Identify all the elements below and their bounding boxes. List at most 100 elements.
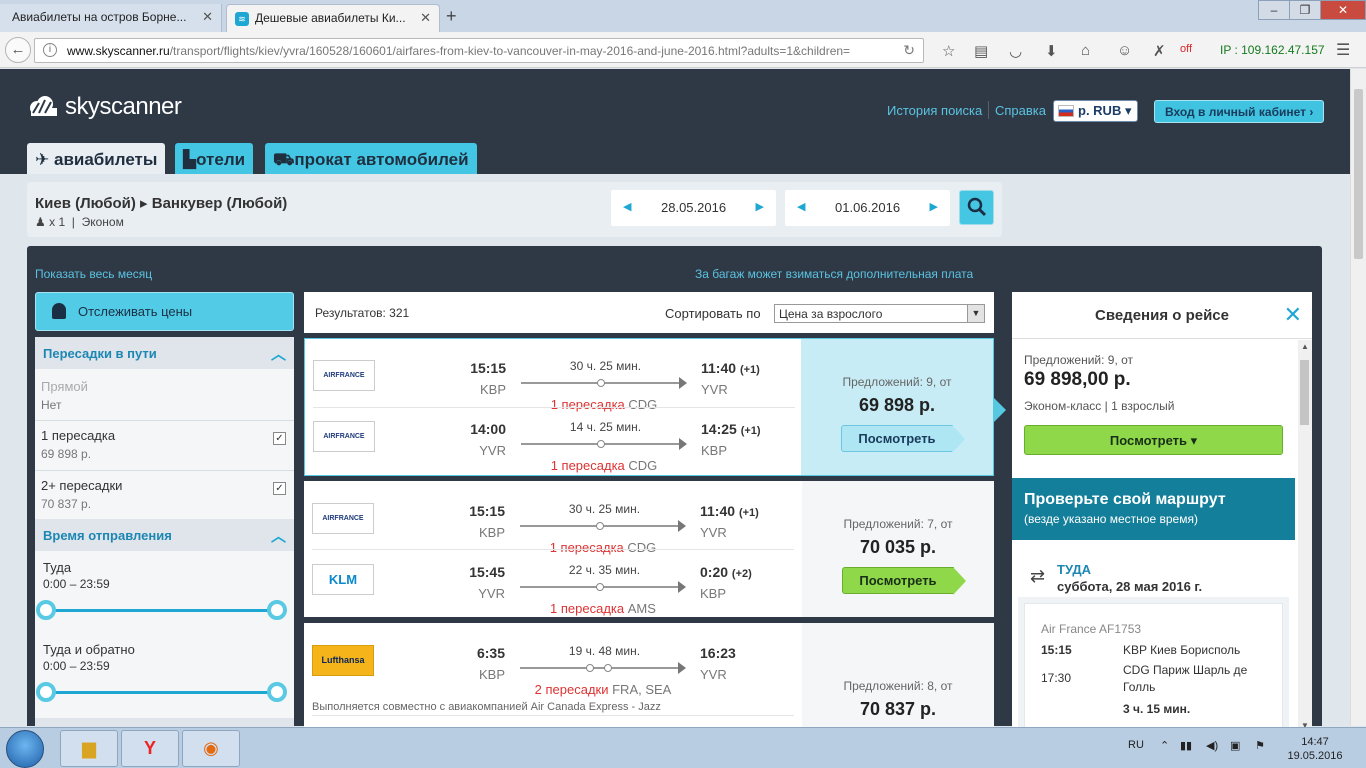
- prev-date-icon[interactable]: ◀: [797, 200, 805, 213]
- close-icon[interactable]: ✕: [1284, 302, 1302, 328]
- tray-chevron-icon[interactable]: ⌃: [1160, 739, 1169, 752]
- depart-date[interactable]: 28.05.2016: [661, 200, 726, 215]
- result-card[interactable]: AIRFRANCE 15:15 KBP 30 ч. 25 мин. 1 перес…: [304, 481, 994, 617]
- stops-filter-header[interactable]: Пересадки в пути ︿: [35, 337, 294, 369]
- scroll-thumb[interactable]: [1300, 360, 1309, 425]
- ip-label: IP : 109.162.47.157: [1220, 43, 1325, 57]
- filters-sidebar: Пересадки в пути ︿ Прямой Нет 1 пересадка 6…: [35, 337, 294, 727]
- chevron-up-icon[interactable]: ︿: [271, 343, 286, 364]
- skyscanner-cloud-icon: [30, 96, 57, 116]
- outbound-time-slider[interactable]: [36, 600, 287, 620]
- depart-date-picker[interactable]: ◀ 28.05.2016 ▶: [611, 190, 776, 226]
- network-icon[interactable]: ▮▮: [1180, 739, 1192, 752]
- details-view-button[interactable]: Посмотреть ▾: [1024, 425, 1283, 455]
- baggage-note-link[interactable]: За багаж может взиматься дополнительная …: [695, 267, 973, 281]
- russia-flag-icon: [1058, 105, 1074, 117]
- power-icon[interactable]: ▣: [1230, 739, 1240, 752]
- plane-icon: ✈: [35, 150, 50, 169]
- action-center-icon[interactable]: ⚑: [1255, 739, 1265, 752]
- return-date-picker[interactable]: ◀ 01.06.2016 ▶: [785, 190, 950, 226]
- language-indicator[interactable]: RU: [1128, 739, 1144, 751]
- slider-handle-start[interactable]: [36, 600, 56, 620]
- flight-details-panel: Сведения о рейсе ✕ ▲ ▼ Предложений: 9, от…: [1012, 292, 1312, 727]
- stop-dot: [596, 583, 604, 591]
- search-button[interactable]: [959, 190, 994, 225]
- checkbox-1-stop[interactable]: ✓: [273, 432, 286, 445]
- home-icon[interactable]: ⌂: [1081, 42, 1090, 59]
- chevron-up-icon[interactable]: ︿: [271, 525, 286, 546]
- browser-tab-2[interactable]: ≋ Дешевые авиабилеты Ки... ✕: [226, 4, 440, 32]
- price-column: Предложений: 9, от 69 898 р. Посмотреть: [801, 339, 993, 475]
- tab-flights[interactable]: ✈ авиабилеты: [27, 143, 166, 174]
- passenger-icon: ♟: [35, 215, 46, 229]
- firefox-icon[interactable]: ◉: [182, 730, 240, 767]
- info-icon[interactable]: i: [43, 43, 57, 57]
- volume-icon[interactable]: ◀): [1206, 739, 1218, 752]
- return-date[interactable]: 01.06.2016: [835, 200, 900, 215]
- reading-list-icon[interactable]: ▤: [974, 42, 988, 60]
- url-host: www.skyscanner.ru: [67, 44, 170, 58]
- help-link[interactable]: Справка: [995, 103, 1046, 118]
- next-date-icon[interactable]: ▶: [930, 200, 938, 213]
- explorer-icon[interactable]: ▆: [60, 730, 118, 767]
- pocket-icon[interactable]: ◡: [1009, 42, 1022, 60]
- reload-icon[interactable]: ↻: [903, 42, 915, 59]
- search-history-link[interactable]: История поиска: [887, 103, 982, 118]
- yandex-browser-icon[interactable]: Y: [121, 730, 179, 767]
- back-icon[interactable]: ←: [5, 37, 31, 63]
- sort-select[interactable]: Цена за взрослого ▼: [774, 304, 985, 323]
- filter-2plus-stops[interactable]: 2+ пересадки 70 837 р. ✓: [35, 478, 294, 511]
- return-time-slider[interactable]: [36, 682, 287, 702]
- tab-car-rental[interactable]: ⛟прокат автомобилей: [265, 143, 477, 174]
- selection-pointer: [994, 398, 1006, 422]
- dropdown-arrow-icon[interactable]: ▼: [967, 305, 984, 322]
- currency-selector[interactable]: р. RUB ▾: [1053, 100, 1139, 122]
- login-button[interactable]: Вход в личный кабинет ›: [1154, 100, 1325, 123]
- filter-1-stop[interactable]: 1 пересадка 69 898 р. ✓: [35, 428, 294, 461]
- show-month-link[interactable]: Показать весь месяц: [35, 267, 152, 281]
- prev-date-icon[interactable]: ◀: [623, 200, 631, 213]
- address-bar[interactable]: i www.skyscanner.ru/transport/flights/ki…: [34, 38, 924, 63]
- slider-handle-start[interactable]: [36, 682, 56, 702]
- close-window-icon[interactable]: ✕: [1320, 0, 1366, 20]
- slider-handle-end[interactable]: [267, 682, 287, 702]
- flight-leg: KLM 15:45 YVR 22 ч. 35 мин. 1 пересадка A…: [312, 546, 794, 616]
- filter-direct: Прямой Нет: [41, 379, 88, 412]
- track-prices-button[interactable]: Отслеживать цены: [35, 292, 294, 331]
- bookmark-star-icon[interactable]: ☆: [942, 42, 955, 60]
- browser-tab-1[interactable]: Авиабилеты на остров Борне... ✕: [0, 4, 222, 32]
- result-card[interactable]: Lufthansa 6:35 KBP 19 ч. 48 мин. 2 переса…: [304, 623, 994, 727]
- scroll-up-icon[interactable]: ▲: [1301, 342, 1309, 351]
- next-filter-header[interactable]: [35, 718, 294, 727]
- x-extension-icon[interactable]: ✗: [1153, 42, 1166, 60]
- maximize-icon[interactable]: ❐: [1289, 0, 1321, 20]
- close-tab-icon[interactable]: ✕: [202, 9, 213, 25]
- skyscanner-favicon-icon: ≋: [235, 12, 249, 26]
- page-scrollbar[interactable]: [1350, 69, 1366, 726]
- new-tab-icon[interactable]: +: [446, 6, 457, 27]
- menu-icon[interactable]: ☰: [1336, 40, 1350, 60]
- slider-handle-end[interactable]: [267, 600, 287, 620]
- clock[interactable]: 14:47 19.05.2016: [1284, 735, 1346, 763]
- start-button[interactable]: [6, 730, 44, 768]
- departure-time-header[interactable]: Время отправления ︿: [35, 519, 294, 551]
- download-icon[interactable]: ⬇: [1045, 42, 1058, 60]
- vpn-off-label[interactable]: off: [1180, 43, 1192, 55]
- stop-dot: [604, 664, 612, 672]
- route-line: [520, 520, 686, 532]
- view-button[interactable]: Посмотреть: [841, 425, 965, 453]
- checkbox-2plus-stops[interactable]: ✓: [273, 482, 286, 495]
- skyscanner-logo[interactable]: skyscanner: [27, 93, 182, 121]
- divider: [988, 101, 989, 119]
- route-title[interactable]: Киев (Любой) ▸ Ванкувер (Любой): [35, 194, 287, 212]
- scroll-thumb[interactable]: [1354, 89, 1363, 259]
- next-date-icon[interactable]: ▶: [756, 200, 764, 213]
- tab-hotels[interactable]: ▙отели: [175, 143, 254, 174]
- result-card[interactable]: AIRFRANCE 15:15 KBP 30 ч. 25 мин. 1 перес…: [304, 338, 994, 476]
- close-tab-icon[interactable]: ✕: [420, 10, 431, 26]
- details-scrollbar[interactable]: ▲ ▼: [1298, 340, 1312, 727]
- smiley-icon[interactable]: ☺: [1117, 42, 1132, 59]
- view-button[interactable]: Посмотреть: [842, 567, 966, 595]
- minimize-icon[interactable]: –: [1258, 0, 1290, 20]
- passenger-count: x 1: [49, 215, 66, 229]
